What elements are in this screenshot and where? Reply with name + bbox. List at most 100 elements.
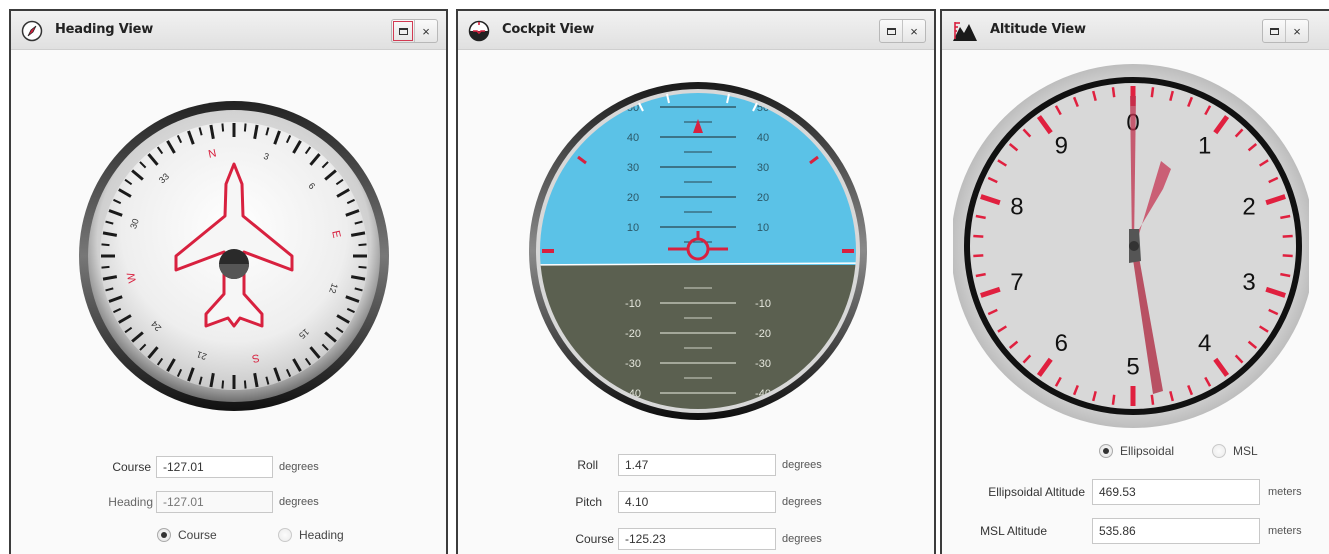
altimeter-number: 6 bbox=[1055, 330, 1068, 357]
radio-ellipsoidal-label: Ellipsoidal bbox=[1120, 444, 1175, 458]
close-button[interactable]: × bbox=[414, 20, 437, 42]
altimeter-number: 4 bbox=[1198, 330, 1211, 357]
pitch-label-right: 30 bbox=[757, 162, 769, 174]
maximize-icon bbox=[886, 27, 896, 35]
close-icon: × bbox=[910, 23, 918, 39]
heading-unit: degrees bbox=[279, 496, 319, 508]
msl-altitude-unit: meters bbox=[1268, 525, 1302, 537]
altitude-view-title: Altitude View bbox=[990, 22, 1086, 37]
pitch-label-left: 20 bbox=[627, 192, 639, 204]
heading-field[interactable] bbox=[156, 491, 273, 513]
heading-view-window-buttons: × bbox=[391, 19, 438, 43]
pitch-label-right: 20 bbox=[757, 192, 769, 204]
cockpit-view-titlebar[interactable]: Cockpit View × bbox=[458, 11, 934, 50]
pitch-label-left: -20 bbox=[625, 328, 641, 340]
heading-view-titlebar[interactable]: Heading View × bbox=[11, 11, 446, 50]
radio-course[interactable]: Course bbox=[157, 528, 217, 542]
compass-tick bbox=[101, 265, 110, 269]
ellipsoidal-altitude-label: Ellipsoidal Altitude bbox=[988, 485, 1085, 499]
attitude-indicator-gauge: 50 5040 4030 3020 2010 10-10 -10-20 -20-30 -30-4… bbox=[529, 82, 867, 420]
maximize-button[interactable] bbox=[392, 20, 414, 42]
radio-heading-label: Heading bbox=[299, 528, 344, 542]
msl-altitude-label: MSL Altitude bbox=[980, 524, 1047, 538]
altitude-view-panel: Altitude View × 0123456789 Ellipsoidal bbox=[940, 9, 1329, 554]
maximize-icon bbox=[1269, 27, 1279, 35]
ellipsoidal-altitude-field[interactable] bbox=[1092, 479, 1260, 505]
roll-field[interactable] bbox=[618, 454, 776, 476]
pitch-label-right: -20 bbox=[755, 328, 771, 340]
altimeter-tick bbox=[1111, 394, 1116, 405]
course-unit: degrees bbox=[279, 461, 319, 473]
radio-course-dot[interactable] bbox=[157, 528, 171, 542]
radio-msl-label: MSL bbox=[1233, 444, 1258, 458]
cockpit-course-field[interactable] bbox=[618, 528, 776, 550]
heading-label: Heading bbox=[108, 495, 153, 509]
altitude-mountain-icon bbox=[953, 22, 977, 41]
pitch-field[interactable] bbox=[618, 491, 776, 513]
msl-altitude-field[interactable] bbox=[1092, 518, 1260, 544]
altimeter-tick bbox=[1282, 254, 1293, 258]
pitch-label-left: -30 bbox=[625, 358, 641, 370]
altimeter-number: 7 bbox=[1010, 269, 1023, 296]
radio-heading-dot[interactable] bbox=[278, 528, 292, 542]
radio-ellipsoidal-dot[interactable] bbox=[1099, 444, 1113, 458]
close-button[interactable]: × bbox=[1285, 20, 1308, 42]
maximize-icon bbox=[398, 27, 408, 35]
pitch-label: Pitch bbox=[575, 495, 602, 509]
radio-ellipsoidal[interactable]: Ellipsoidal bbox=[1099, 444, 1174, 458]
maximize-button[interactable] bbox=[880, 20, 902, 42]
altimeter-tick bbox=[1150, 394, 1155, 405]
close-icon: × bbox=[422, 23, 430, 39]
radio-msl[interactable]: MSL bbox=[1212, 444, 1258, 458]
altimeter-number: 9 bbox=[1055, 133, 1068, 160]
altitude-view-window-buttons: × bbox=[1262, 19, 1309, 43]
compass-gauge: 24W3033N 36E1215S21 bbox=[79, 101, 389, 411]
pitch-unit: degrees bbox=[782, 496, 822, 508]
attitude-indicator-icon bbox=[468, 20, 490, 42]
pitch-label-right: 10 bbox=[757, 222, 769, 234]
close-button[interactable]: × bbox=[902, 20, 925, 42]
close-icon: × bbox=[1293, 23, 1301, 39]
altimeter-tick bbox=[1282, 234, 1293, 238]
compass-tick bbox=[358, 265, 367, 269]
altimeter-tick bbox=[973, 254, 984, 258]
radio-heading[interactable]: Heading bbox=[278, 528, 344, 542]
altimeter-number: 3 bbox=[1242, 269, 1255, 296]
pitch-label-left: 30 bbox=[627, 162, 639, 174]
cockpit-course-label: Course bbox=[575, 532, 614, 546]
pitch-label-left: 40 bbox=[627, 132, 639, 144]
altimeter-number: 8 bbox=[1010, 194, 1023, 221]
ellipsoidal-altitude-unit: meters bbox=[1268, 486, 1302, 498]
altimeter-number: 1 bbox=[1198, 133, 1211, 160]
altimeter-tick bbox=[973, 234, 984, 238]
roll-label: Roll bbox=[577, 458, 598, 472]
heading-view-panel: Heading View × 24 W 30 33 N 3 6 E 12 15 … bbox=[9, 9, 448, 554]
altimeter-number: 5 bbox=[1126, 353, 1139, 380]
maximize-button[interactable] bbox=[1263, 20, 1285, 42]
pitch-label-left: 10 bbox=[627, 222, 639, 234]
radio-msl-dot[interactable] bbox=[1212, 444, 1226, 458]
course-label: Course bbox=[112, 460, 151, 474]
pitch-label-left: -10 bbox=[625, 298, 641, 310]
cockpit-view-window-buttons: × bbox=[879, 19, 926, 43]
altimeter-gauge: 0123456789 bbox=[953, 64, 1309, 428]
heading-view-title: Heading View bbox=[55, 22, 154, 37]
compass-tick bbox=[221, 123, 225, 132]
compass-tick bbox=[243, 380, 247, 389]
compass-icon bbox=[21, 20, 43, 42]
roll-unit: degrees bbox=[782, 459, 822, 471]
cockpit-view-title: Cockpit View bbox=[502, 22, 595, 37]
radio-course-label: Course bbox=[178, 528, 217, 542]
pitch-label-right: -10 bbox=[755, 298, 771, 310]
course-field[interactable] bbox=[156, 456, 273, 478]
pitch-label-right: -30 bbox=[755, 358, 771, 370]
cockpit-view-panel: Cockpit View × 50 50 40 40 30 30 20 20 10 10 -10 -1… bbox=[456, 9, 936, 554]
compass-tick bbox=[221, 380, 225, 389]
compass-tick bbox=[243, 123, 247, 132]
cockpit-course-unit: degrees bbox=[782, 533, 822, 545]
altimeter-tick bbox=[1150, 87, 1155, 98]
pitch-label-right: 40 bbox=[757, 132, 769, 144]
altimeter-tick bbox=[1111, 87, 1116, 98]
altitude-view-titlebar[interactable]: Altitude View × bbox=[942, 11, 1329, 50]
compass-tick bbox=[101, 243, 110, 247]
